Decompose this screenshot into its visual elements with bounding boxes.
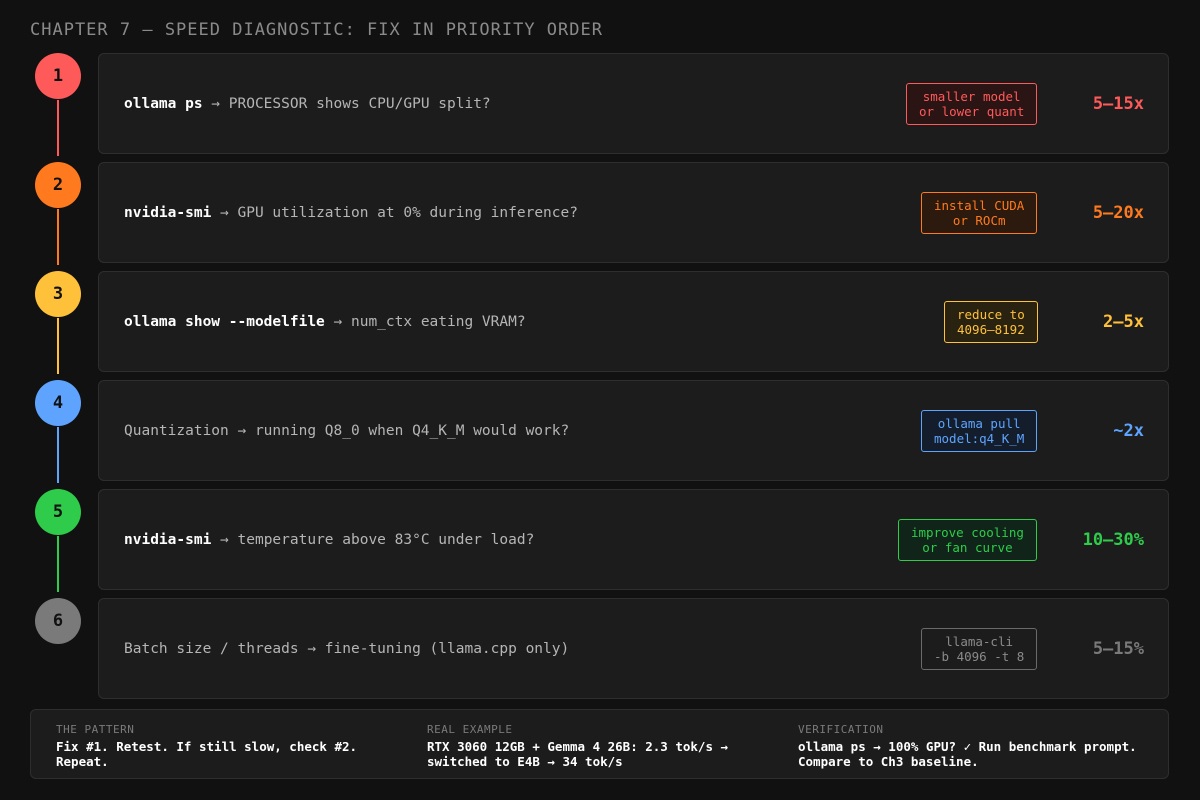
diagnostic-step-card: ollama ps → PROCESSOR shows CPU/GPU spli… (98, 53, 1169, 154)
timeline-connector (57, 427, 59, 483)
diagnostic-step-card: ollama show --modelfile → num_ctx eating… (98, 271, 1169, 372)
timeline-connector (57, 100, 59, 156)
step-fix-badge: smaller model or lower quant (906, 82, 1038, 125)
step-number-badge: 1 (35, 53, 81, 99)
priority-timeline: 1 2 3 4 5 6 (30, 52, 86, 702)
diagnostic-step-card: nvidia-smi → GPU utilization at 0% durin… (98, 162, 1169, 263)
step-check: → num_ctx eating VRAM? (324, 313, 526, 330)
step-fix-badge: install CUDA or ROCm (921, 191, 1038, 234)
step-fix-badge: ollama pull model:q4_K_M (921, 409, 1038, 452)
step-number-badge: 5 (35, 489, 81, 535)
step-check: → PROCESSOR shows CPU/GPU split? (202, 95, 491, 112)
step-command: ollama ps (124, 95, 203, 112)
step-fix-badge: reduce to 4096–8192 (944, 300, 1038, 343)
step-speedup: 5–15% (1092, 638, 1144, 659)
step-number-badge: 3 (35, 271, 81, 317)
diagnostic-step-card: Batch size / threads → fine-tuning (llam… (98, 598, 1169, 699)
timeline-connector (57, 536, 59, 592)
step-check: → GPU utilization at 0% during inference… (211, 204, 578, 221)
step-number-badge: 2 (35, 162, 81, 208)
fix-line: llama-cli (945, 633, 1014, 649)
fix-line: -b 4096 -t 8 (934, 648, 1025, 664)
step-check: → temperature above 83°C under load? (211, 531, 535, 548)
step-description: Quantization → running Q8_0 when Q4_K_M … (124, 381, 569, 480)
fix-line: reduce to (957, 306, 1025, 322)
step-speedup: 5–20x (1092, 202, 1144, 223)
pattern-label: THE PATTERN (56, 723, 135, 736)
timeline-connector (57, 318, 59, 374)
timeline-connector (57, 209, 59, 265)
step-description: ollama show --modelfile → num_ctx eating… (124, 272, 526, 371)
step-check: Batch size / threads → fine-tuning (llam… (124, 640, 570, 657)
step-description: ollama ps → PROCESSOR shows CPU/GPU spli… (124, 54, 491, 153)
step-command: nvidia-smi (124, 204, 212, 221)
step-command: ollama show --modelfile (124, 313, 325, 330)
verification-text-line: ollama ps → 100% GPU? ✓ Run benchmark pr… (798, 739, 1137, 754)
diagnostic-step-card: Quantization → running Q8_0 when Q4_K_M … (98, 380, 1169, 481)
step-speedup: ~2x (1113, 420, 1144, 441)
step-speedup: 5–15x (1092, 93, 1144, 114)
step-speedup: 2–5x (1103, 311, 1144, 332)
example-label: REAL EXAMPLE (427, 723, 513, 736)
fix-line: improve cooling (911, 524, 1024, 540)
fix-line: ollama pull (937, 415, 1021, 431)
step-command: nvidia-smi (124, 531, 212, 548)
diagnostic-step-card: nvidia-smi → temperature above 83°C unde… (98, 489, 1169, 590)
fix-line: or fan curve (922, 539, 1013, 555)
step-description: nvidia-smi → GPU utilization at 0% durin… (124, 163, 578, 262)
step-number-badge: 6 (35, 598, 81, 644)
fix-line: install CUDA (934, 197, 1025, 213)
step-check: Quantization → running Q8_0 when Q4_K_M … (124, 422, 570, 439)
pattern-section: THE PATTERN Fix #1. Retest. If still slo… (56, 723, 416, 769)
pattern-text-line: Fix #1. Retest. If still slow, check #2. (56, 739, 358, 754)
step-fix-badge: improve cooling or fan curve (898, 518, 1037, 561)
fix-line: or ROCm (952, 212, 1006, 228)
page-title: CHAPTER 7 — SPEED DIAGNOSTIC: FIX IN PRI… (30, 20, 603, 40)
example-text-line: RTX 3060 12GB + Gemma 4 26B: 2.3 tok/s → (427, 739, 729, 754)
step-number-badge: 4 (35, 380, 81, 426)
fix-line: smaller model (922, 88, 1021, 104)
step-speedup: 10–30% (1082, 529, 1144, 550)
summary-footer: THE PATTERN Fix #1. Retest. If still slo… (30, 709, 1169, 779)
pattern-text-line: Repeat. (56, 754, 109, 769)
fix-line: model:q4_K_M (934, 430, 1025, 446)
step-fix-badge: llama-cli -b 4096 -t 8 (921, 627, 1038, 670)
verification-section: VERIFICATION ollama ps → 100% GPU? ✓ Run… (798, 723, 1158, 769)
example-section: REAL EXAMPLE RTX 3060 12GB + Gemma 4 26B… (427, 723, 787, 769)
verification-label: VERIFICATION (798, 723, 884, 736)
verification-text-line: Compare to Ch3 baseline. (798, 754, 979, 769)
step-description: nvidia-smi → temperature above 83°C unde… (124, 490, 534, 589)
fix-line: 4096–8192 (957, 321, 1025, 337)
step-description: Batch size / threads → fine-tuning (llam… (124, 599, 569, 698)
example-text-line: switched to E4B → 34 tok/s (427, 754, 623, 769)
fix-line: or lower quant (919, 103, 1025, 119)
